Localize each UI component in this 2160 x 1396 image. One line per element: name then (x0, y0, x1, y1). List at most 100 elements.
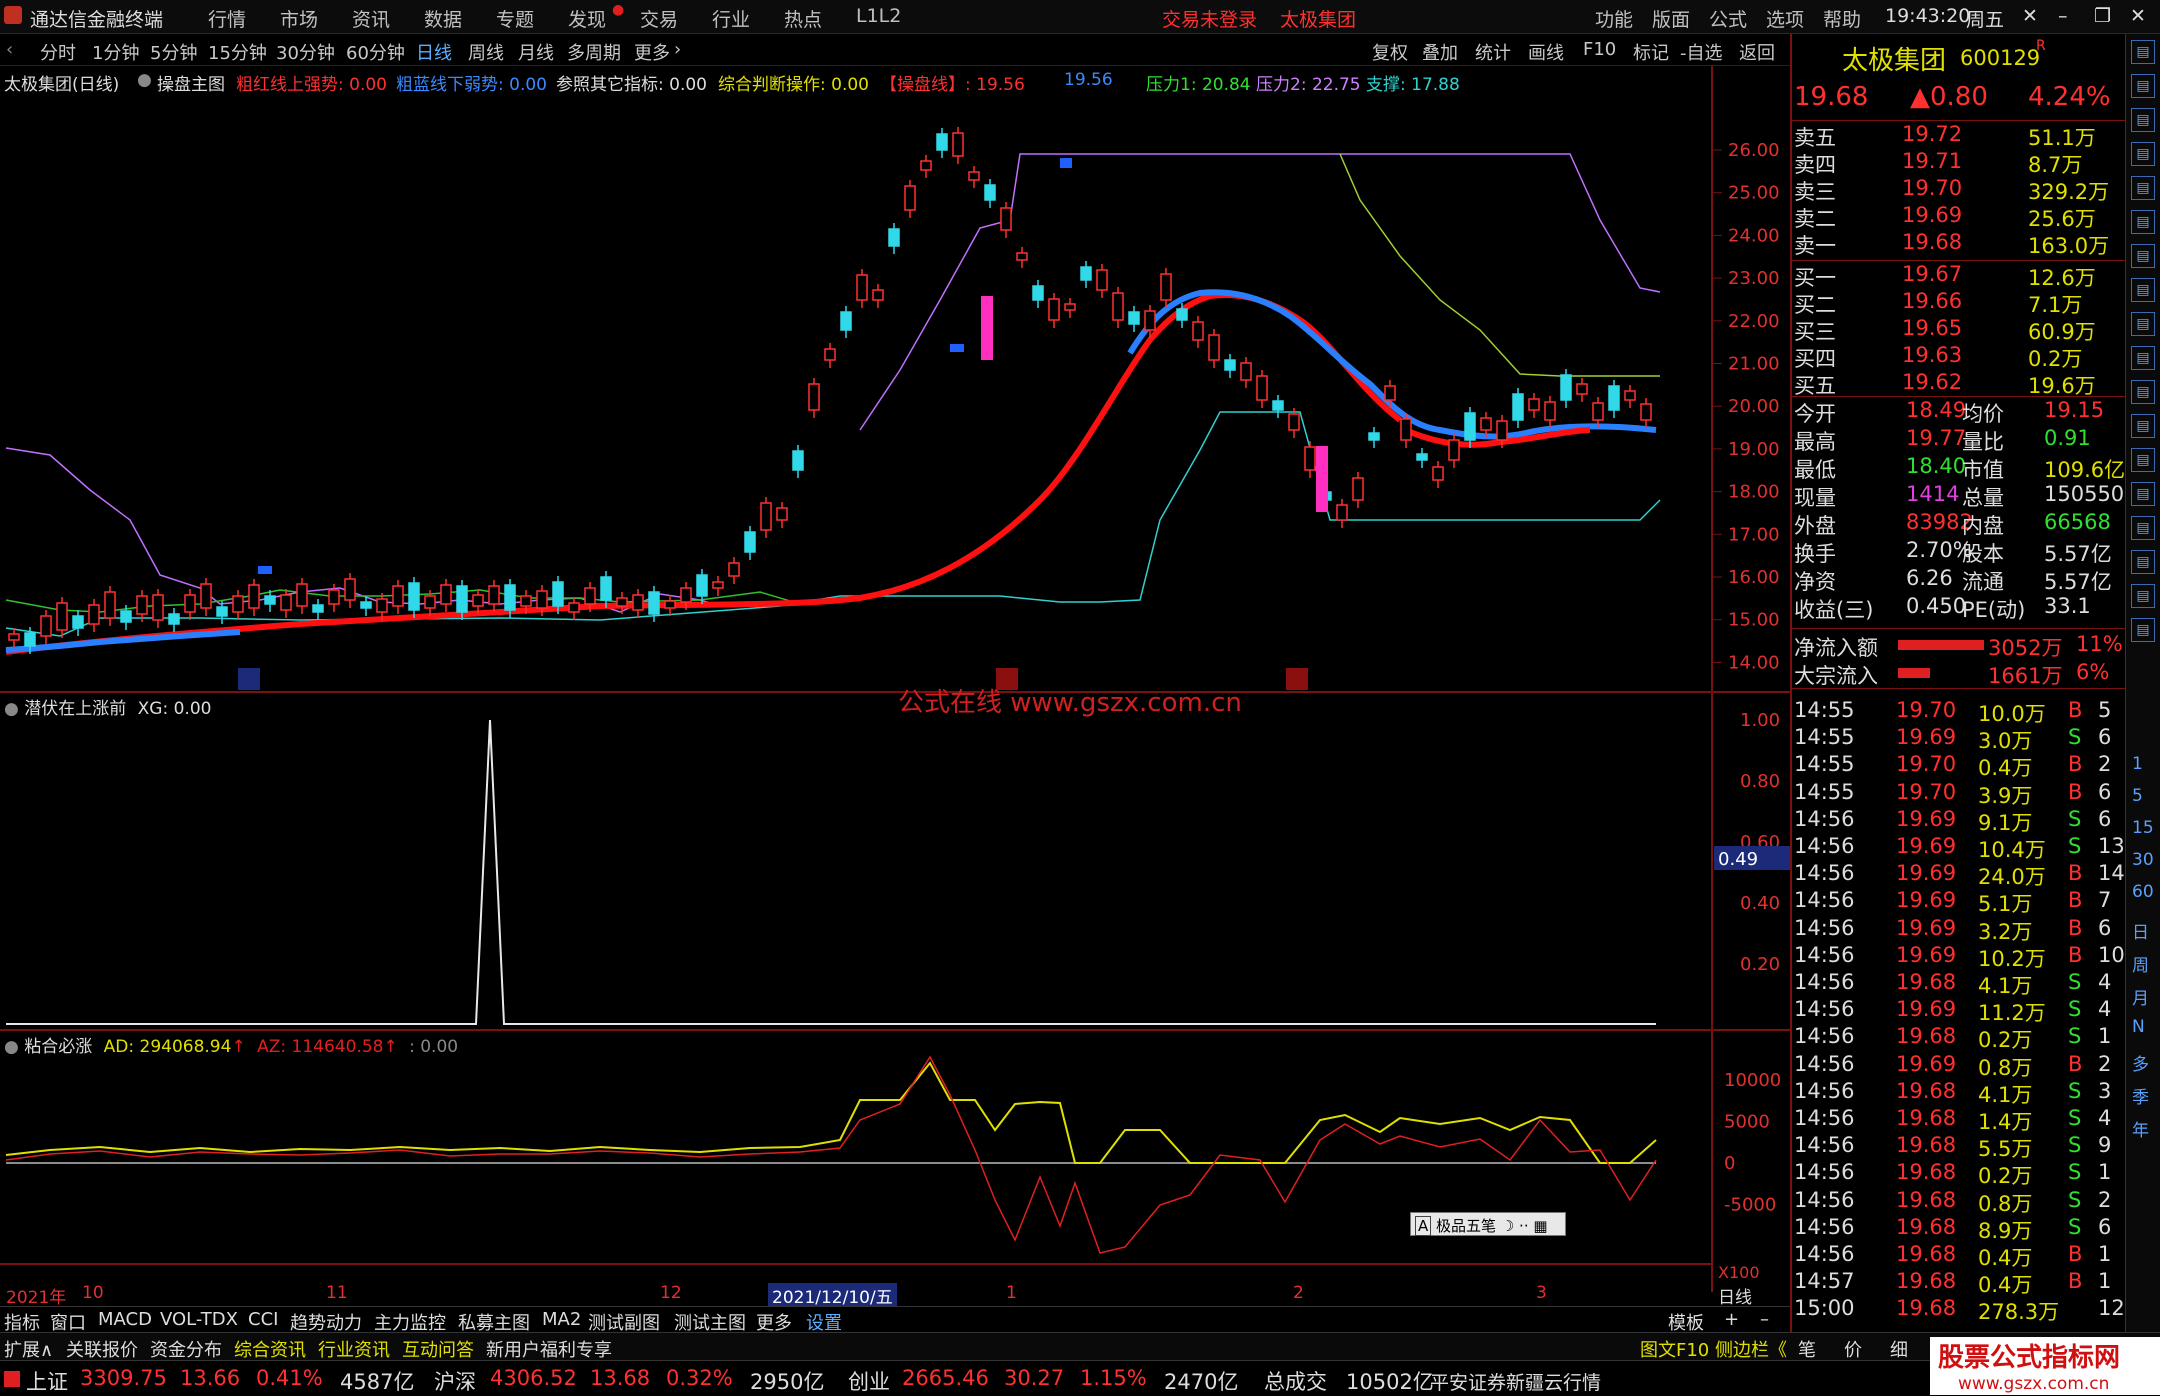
tool-stats[interactable]: 统计 (1475, 39, 1511, 65)
quote-row[interactable]: 今开 18.49 均价 19.15 (1792, 398, 2127, 426)
quote-row[interactable]: 外盘 83982 内盘 66568 (1792, 510, 2127, 538)
template-name[interactable]: 操盘主图 (157, 70, 225, 95)
menu-data[interactable]: 数据 (424, 5, 462, 32)
side-period-num[interactable]: 1 (2132, 754, 2143, 774)
side-tool-icon[interactable]: ▤ (2131, 278, 2155, 302)
ext-welfare[interactable]: 新用户福利专享 (486, 1336, 612, 1362)
ext-expand[interactable]: 扩展∧ (4, 1336, 53, 1362)
side-tool-icon[interactable]: ▤ (2131, 40, 2155, 64)
flow-row[interactable]: 大宗流入 1661万 6% (1792, 660, 2127, 688)
tab-ma2[interactable]: MA2 (542, 1309, 581, 1330)
ext-fund[interactable]: 资金分布 (150, 1336, 222, 1362)
ext-qa[interactable]: 互动问答 (402, 1336, 474, 1362)
side-period-label[interactable]: N (2132, 1017, 2145, 1037)
tick-row[interactable]: 14:55 19.70 10.0万 B 5 (1792, 698, 2127, 726)
tf-30min[interactable]: 30分钟 (276, 39, 335, 65)
menu-news[interactable]: 资讯 (352, 5, 390, 32)
kline-chart[interactable]: 26.00 25.00 24.00 23.00 22.00 21.00 20.00 19.00… (0, 66, 1790, 1292)
side-period-label[interactable]: 日 (2132, 918, 2149, 943)
minus-icon[interactable]: – (1760, 1309, 1769, 1330)
side-tool-icon[interactable]: ▤ (2131, 210, 2155, 234)
quote-row[interactable]: 最低 18.40 市值 109.6亿 (1792, 454, 2127, 482)
ext-related[interactable]: 关联报价 (66, 1336, 138, 1362)
tool-overlay[interactable]: 叠加 (1422, 39, 1458, 65)
side-period-label[interactable]: 年 (2132, 1116, 2149, 1141)
side-tool-icon[interactable]: ▤ (2131, 142, 2155, 166)
tick-row[interactable]: 14:55 19.70 0.4万 B 2 (1792, 752, 2127, 780)
quote-row[interactable]: 现量 1414 总量 150550 (1792, 482, 2127, 510)
login-status[interactable]: 交易未登录 (1162, 5, 1257, 32)
tool-mark[interactable]: 标记 (1633, 39, 1669, 65)
bid-row[interactable]: 买四 19.63 0.2万 (1792, 343, 2127, 371)
ask-row[interactable]: 卖四 19.71 8.7万 (1792, 149, 2127, 177)
side-tool-icon[interactable]: ▤ (2131, 550, 2155, 574)
ind2-name[interactable]: 粘合必涨 (24, 1037, 92, 1057)
bid-row[interactable]: 买一 19.67 12.6万 (1792, 262, 2127, 290)
menu-layout[interactable]: 版面 (1652, 5, 1690, 32)
quote-row[interactable]: 净资 6.26 流通 5.57亿 (1792, 566, 2127, 594)
menu-options[interactable]: 选项 (1766, 5, 1804, 32)
side-tool-icon[interactable]: ▤ (2131, 176, 2155, 200)
menu-discover[interactable]: 发现 (568, 5, 606, 32)
tick-row[interactable]: 14:56 19.68 0.2万 S 1 (1792, 1024, 2127, 1052)
tick-row[interactable]: 14:56 19.68 4.1万 S 3 (1792, 1079, 2127, 1107)
tf-5min[interactable]: 5分钟 (150, 39, 197, 65)
bid-row[interactable]: 买三 19.65 60.9万 (1792, 316, 2127, 344)
ime-bar[interactable]: A 极品五笔 ☽ ·· ▦ (1410, 1212, 1566, 1236)
tab-cci[interactable]: CCI (248, 1309, 278, 1330)
sh-label[interactable]: 上证 (26, 1366, 68, 1396)
tick-row[interactable]: 14:56 19.68 0.4万 B 1 (1792, 1242, 2127, 1270)
side-period-num[interactable]: 60 (2132, 882, 2154, 902)
side-tool-icon[interactable]: ▤ (2131, 346, 2155, 370)
tf-daily[interactable]: 日线 (416, 39, 452, 65)
side-tool-icon[interactable]: ▤ (2131, 584, 2155, 608)
side-period-label[interactable]: 多 (2132, 1050, 2149, 1075)
ext-news[interactable]: 综合资讯 (234, 1336, 306, 1362)
flow-row[interactable]: 净流入额 3052万 11% (1792, 632, 2127, 660)
tick-row[interactable]: 14:56 19.69 5.1万 B 7 (1792, 888, 2127, 916)
menu-hot[interactable]: 热点 (784, 5, 822, 32)
menu-market[interactable]: 市场 (280, 5, 318, 32)
tab-vol[interactable]: VOL-TDX (160, 1309, 238, 1330)
menu-help[interactable]: 帮助 (1823, 5, 1861, 32)
tf-15min[interactable]: 15分钟 (208, 39, 267, 65)
tf-60min[interactable]: 60分钟 (346, 39, 405, 65)
tf-weekly[interactable]: 周线 (468, 39, 504, 65)
tool-restore-rights[interactable]: 复权 (1372, 39, 1408, 65)
side-period-num[interactable]: 15 (2132, 818, 2154, 838)
sz-label[interactable]: 沪深 (434, 1366, 476, 1396)
plus-icon[interactable]: + (1724, 1309, 1739, 1330)
tool-f10[interactable]: F10 (1583, 39, 1616, 60)
restore-icon[interactable]: ❐ (2094, 5, 2111, 27)
close-x-icon[interactable]: ✕ (2022, 5, 2038, 27)
quote-row[interactable]: 最高 19.77 量比 0.91 (1792, 426, 2127, 454)
tf-1min[interactable]: 1分钟 (92, 39, 139, 65)
ask-row[interactable]: 卖一 19.68 163.0万 (1792, 230, 2127, 258)
ask-row[interactable]: 卖五 19.72 51.1万 (1792, 122, 2127, 150)
ext-f10-sidebar[interactable]: 图文F10 侧边栏《 (1640, 1336, 1787, 1362)
quote-row[interactable]: 收益(三) 0.450 PE(动) 33.1 (1792, 594, 2127, 622)
tab-xi[interactable]: 细 (1890, 1336, 1908, 1362)
ext-industry[interactable]: 行业资讯 (318, 1336, 390, 1362)
ind1-name[interactable]: 潜伏在上涨前 (24, 699, 126, 719)
menu-trade[interactable]: 交易 (640, 5, 678, 32)
side-tool-icon[interactable]: ▤ (2131, 108, 2155, 132)
side-tool-icon[interactable]: ▤ (2131, 312, 2155, 336)
tick-row[interactable]: 14:56 19.69 0.8万 B 2 (1792, 1052, 2127, 1080)
tab-bi[interactable]: 笔 (1798, 1336, 1816, 1362)
menu-industry[interactable]: 行业 (712, 5, 750, 32)
side-period-label[interactable]: 季 (2132, 1083, 2149, 1108)
menu-l1l2[interactable]: L1L2 (856, 5, 901, 27)
bid-row[interactable]: 买五 19.62 19.6万 (1792, 370, 2127, 398)
tf-monthly[interactable]: 月线 (518, 39, 554, 65)
menu-function[interactable]: 功能 (1595, 5, 1633, 32)
tick-row[interactable]: 14:56 19.68 0.2万 S 1 (1792, 1160, 2127, 1188)
side-tool-icon[interactable]: ▤ (2131, 618, 2155, 642)
side-period-num[interactable]: 30 (2132, 850, 2154, 870)
tab-macd[interactable]: MACD (98, 1309, 152, 1330)
tick-row[interactable]: 14:56 19.69 10.2万 B 10 (1792, 943, 2127, 971)
side-tool-icon[interactable]: ▤ (2131, 414, 2155, 438)
menu-topic[interactable]: 专题 (496, 5, 534, 32)
menu-formula[interactable]: 公式 (1709, 5, 1747, 32)
tick-row[interactable]: 14:56 19.69 24.0万 B 14 (1792, 861, 2127, 889)
